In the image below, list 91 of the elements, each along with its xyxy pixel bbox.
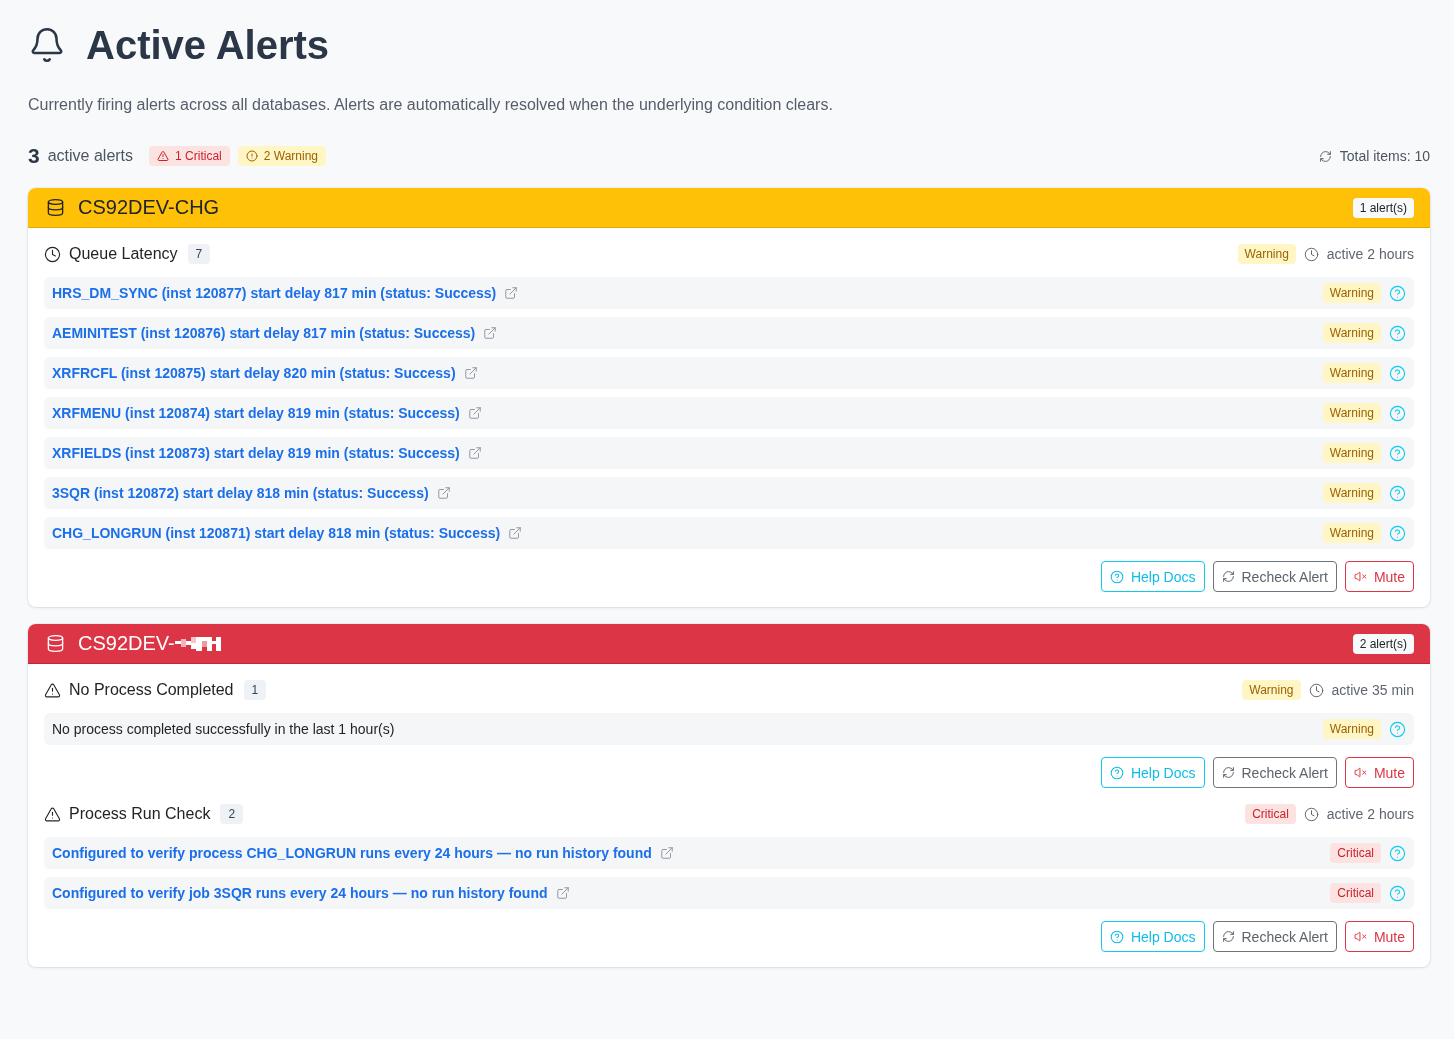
- muted-speaker-icon: [1353, 570, 1367, 583]
- help-icon: [1109, 765, 1124, 780]
- help-icon[interactable]: [1389, 444, 1406, 462]
- alert-link[interactable]: XRFRCFL (inst 120875) start delay 820 min (status: Success): [52, 365, 456, 381]
- help-icon: [1109, 569, 1124, 584]
- external-link-icon[interactable]: [467, 446, 482, 460]
- external-link-icon[interactable]: [436, 486, 451, 500]
- active-duration: active 35 min: [1331, 682, 1414, 698]
- help-icon[interactable]: [1389, 524, 1406, 542]
- severity-badge: Warning: [1322, 483, 1381, 503]
- help-icon[interactable]: [1389, 284, 1406, 302]
- exclamation-circle-icon: [245, 150, 258, 162]
- warning-triangle-icon: [157, 150, 170, 162]
- severity-summary-badge: 1 Critical: [149, 146, 230, 166]
- severity-badge: Warning: [1322, 403, 1381, 423]
- severity-badge: Warning: [1322, 719, 1381, 739]
- alert-group-title: Process Run Check: [69, 805, 211, 823]
- warning-triangle-icon: [44, 805, 61, 823]
- alert-link[interactable]: Configured to verify process CHG_LONGRUN runs every 24 hours — no run history found: [52, 845, 652, 861]
- refresh-icon: [1221, 570, 1235, 583]
- external-link-icon[interactable]: [463, 366, 478, 380]
- severity-badge: Warning: [1322, 523, 1381, 543]
- severity-badge: Critical: [1330, 843, 1381, 863]
- external-link-icon[interactable]: [508, 526, 523, 540]
- severity-badge: Warning: [1322, 283, 1381, 303]
- alert-group-count: 7: [187, 244, 211, 264]
- severity-badge: Warning: [1322, 443, 1381, 463]
- help-icon[interactable]: [1389, 720, 1406, 738]
- alert-count: 3: [28, 144, 40, 168]
- severity-badge: Warning: [1322, 323, 1381, 343]
- alert-link[interactable]: Configured to verify job 3SQR runs every 24 hours — no run history found: [52, 885, 548, 901]
- alert-link[interactable]: 3SQR (inst 120872) start delay 818 min (status: Success): [52, 485, 429, 501]
- database-name: CS92DEV-: [78, 632, 175, 655]
- clock-icon: [1308, 682, 1324, 698]
- help-icon[interactable]: [1389, 884, 1406, 902]
- help-icon[interactable]: [1389, 484, 1406, 502]
- severity-badge: Critical: [1330, 883, 1381, 903]
- total-items: Total items: 10: [1339, 148, 1430, 164]
- alert-link[interactable]: CHG_LONGRUN (inst 120871) start delay 818 min (status: Success): [52, 525, 501, 541]
- severity-badge: Warning: [1322, 363, 1381, 383]
- external-link-icon[interactable]: [483, 326, 498, 340]
- mute-button[interactable]: Mute: [1344, 757, 1414, 788]
- clock-icon: [44, 245, 61, 263]
- help-docs-button[interactable]: Help Docs: [1100, 757, 1205, 788]
- alert-count-badge: 2 alert(s): [1352, 633, 1414, 654]
- severity-badge: Critical: [1245, 804, 1296, 824]
- database-icon: [46, 634, 65, 653]
- alert-group-count: 1: [243, 680, 267, 700]
- active-duration: active 2 hours: [1326, 246, 1414, 262]
- severity-summary-badge: 2 Warning: [237, 146, 326, 166]
- help-icon[interactable]: [1389, 404, 1406, 422]
- alert-link[interactable]: XRFIELDS (inst 120873) start delay 819 min (status: Success): [52, 445, 460, 461]
- severity-badge: Warning: [1237, 244, 1296, 264]
- alert-group-title: No Process Completed: [69, 681, 234, 699]
- help-docs-button[interactable]: Help Docs: [1100, 921, 1205, 952]
- recheck-button[interactable]: Recheck Alert: [1212, 757, 1337, 788]
- help-icon: [1109, 929, 1124, 944]
- help-icon[interactable]: [1389, 364, 1406, 382]
- page-description: Currently firing alerts across all databases. Alerts are automatically resolved when the underlying condition clears.: [28, 95, 834, 115]
- alert-link[interactable]: XRFMENU (inst 120874) start delay 819 min (status: Success): [52, 405, 460, 421]
- alert-link[interactable]: HRS_DM_SYNC (inst 120877) start delay 817 min (status: Success): [52, 285, 497, 301]
- mute-button[interactable]: Mute: [1344, 921, 1414, 952]
- external-link-icon[interactable]: [659, 846, 674, 860]
- external-link-icon[interactable]: [504, 286, 519, 300]
- help-icon[interactable]: [1389, 844, 1406, 862]
- alert-count-label: active alerts: [47, 147, 134, 165]
- help-docs-button[interactable]: Help Docs: [1100, 561, 1205, 592]
- help-icon[interactable]: [1389, 324, 1406, 342]
- recheck-button[interactable]: Recheck Alert: [1212, 921, 1337, 952]
- alert-group-title: Queue Latency: [69, 245, 178, 263]
- refresh-icon: [1221, 930, 1235, 943]
- severity-badge: Warning: [1242, 680, 1301, 700]
- refresh-icon[interactable]: [1318, 149, 1332, 163]
- active-duration: active 2 hours: [1326, 806, 1414, 822]
- alert-link[interactable]: AEMINITEST (inst 120876) start delay 817 min (status: Success): [52, 325, 476, 341]
- external-link-icon[interactable]: [467, 406, 482, 420]
- warning-triangle-icon: [44, 681, 61, 699]
- database-icon: [46, 198, 65, 217]
- external-link-icon[interactable]: [555, 886, 570, 900]
- clock-icon: [1303, 806, 1319, 822]
- refresh-icon: [1221, 766, 1235, 779]
- recheck-button[interactable]: Recheck Alert: [1212, 561, 1337, 592]
- database-name: CS92DEV-CHG: [78, 196, 220, 219]
- alert-count-badge: 1 alert(s): [1352, 197, 1414, 218]
- alert-message: No process completed successfully in the last 1 hour(s): [52, 721, 395, 737]
- clock-icon: [1303, 246, 1319, 262]
- muted-speaker-icon: [1353, 930, 1367, 943]
- page-title: Active Alerts: [86, 22, 330, 68]
- muted-speaker-icon: [1353, 766, 1367, 779]
- alert-group-count: 2: [220, 804, 244, 824]
- mute-button[interactable]: Mute: [1344, 561, 1414, 592]
